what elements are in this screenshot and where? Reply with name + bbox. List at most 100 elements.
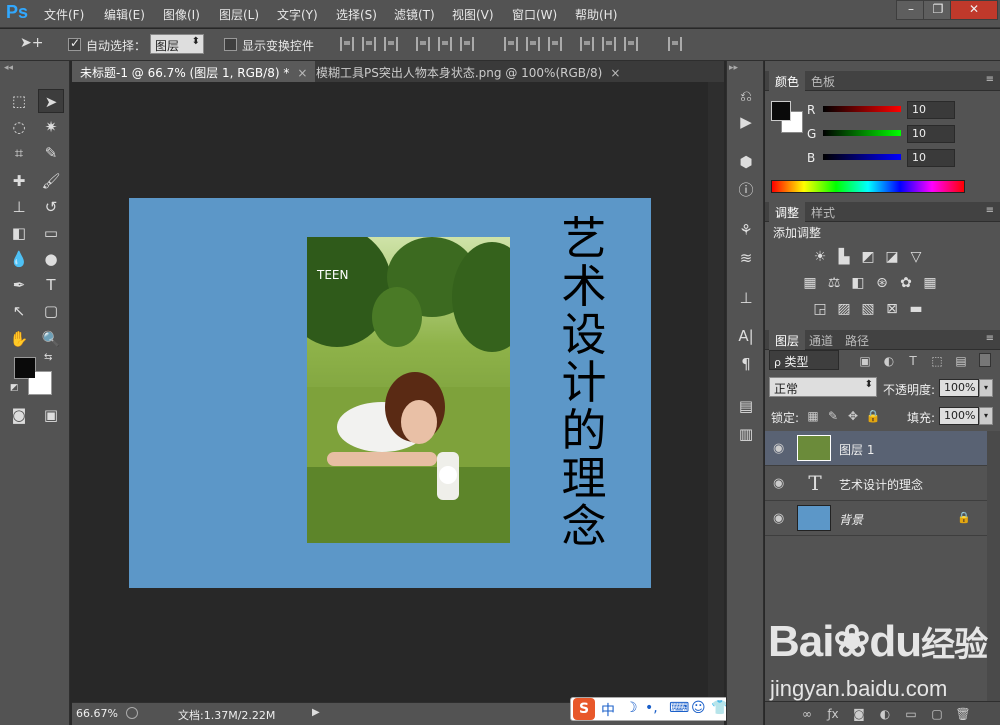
type-tool-icon[interactable]: T [38,273,64,297]
distribute-top-icon[interactable] [504,37,518,51]
tab-swatches[interactable]: 色板 [805,71,841,91]
menu-layer[interactable]: 图层(L) [219,6,259,23]
filter-adjustment-icon[interactable]: ◐ [881,353,897,369]
move-tool-icon[interactable]: ➤ [38,89,64,113]
menu-image[interactable]: 图像(I) [163,6,200,23]
history-panel-icon[interactable]: ⎌ [733,85,759,107]
black-white-icon[interactable]: ◧ [849,275,867,291]
filter-smart-object-icon[interactable]: ▤ [953,353,969,369]
pen-tool-icon[interactable]: ✒ [6,273,32,297]
minimize-button[interactable]: – [896,0,926,20]
tab-styles[interactable]: 样式 [805,202,841,222]
auto-select-checkbox[interactable] [68,36,81,51]
channel-mixer-icon[interactable]: ✿ [897,275,915,291]
gradient-tool-icon[interactable]: ▭ [38,221,64,245]
eyedropper-tool-icon[interactable]: ✎ [38,141,64,165]
magic-wand-tool-icon[interactable]: ✷ [38,115,64,139]
menu-edit[interactable]: 编辑(E) [104,6,145,23]
menu-type[interactable]: 文字(Y) [277,6,318,23]
default-colors-icon[interactable]: ◩ [10,383,19,393]
lasso-tool-icon[interactable]: ◌ [6,115,32,139]
fill-arrow-icon[interactable]: ▾ [979,407,993,425]
history-brush-tool-icon[interactable]: ↺ [38,195,64,219]
crop-tool-icon[interactable]: ⌗ [6,141,32,165]
brush-panel-icon[interactable]: ⚘ [733,219,759,241]
notes-panel-icon[interactable]: ▥ [733,423,759,445]
menu-filter[interactable]: 滤镜(T) [394,6,435,23]
path-select-tool-icon[interactable]: ↖ [6,299,32,323]
brightness-contrast-icon[interactable]: ☀ [811,249,829,265]
eraser-tool-icon[interactable]: ◧ [6,221,32,245]
sogou-logo-icon[interactable]: S [573,698,595,720]
lock-pixels-icon[interactable]: ✎ [825,408,841,424]
fill-input[interactable]: 100% [939,407,979,425]
new-group-icon[interactable]: ▭ [903,706,919,722]
ime-moon-icon[interactable]: ☽ [625,700,638,716]
align-bottom-icon[interactable] [384,37,398,51]
color-balance-icon[interactable]: ⚖ [825,275,843,291]
distribute-right-icon[interactable] [624,37,638,51]
dodge-tool-icon[interactable]: ● [38,247,64,271]
lock-transparent-icon[interactable]: ▦ [805,408,821,424]
color-lookup-icon[interactable]: ▦ [921,275,939,291]
posterize-icon[interactable]: ▨ [835,301,853,317]
filter-toggle[interactable] [979,353,991,367]
panel-menu-icon[interactable]: ≡ [986,205,994,216]
clone-source-icon[interactable]: ⊥ [733,287,759,309]
vibrance-icon[interactable]: ▽ [907,249,925,265]
g-value-input[interactable]: 10 [907,125,955,143]
character-panel-icon[interactable]: A| [733,325,759,347]
filter-pixel-icon[interactable]: ▣ [857,353,873,369]
collapse-toolbox-icon[interactable]: ◂◂ [4,63,13,73]
3d-panel-icon[interactable]: ⬢ [733,151,759,173]
layer-row-text[interactable]: ◉ T 艺术设计的理念 [765,466,987,501]
quick-mask-icon[interactable]: ◙ [6,403,32,427]
exposure-icon[interactable]: ◪ [883,249,901,265]
hand-tool-icon[interactable]: ✋ [6,327,32,351]
tab-layers[interactable]: 图层 [769,330,806,350]
menu-window[interactable]: 窗口(W) [512,6,557,23]
layer-row-image[interactable]: ◉ 图层 1 [765,431,987,466]
paragraph-panel-icon[interactable]: ¶ [733,353,759,375]
tab-adjustments[interactable]: 调整 [769,202,806,222]
restore-button[interactable]: ❐ [923,0,953,20]
panel-menu-icon[interactable]: ≡ [986,74,994,85]
vertical-text-layer[interactable]: 艺术设计的理念 [555,215,613,551]
opacity-arrow-icon[interactable]: ▾ [979,379,993,397]
status-menu-arrow-icon[interactable]: ▶ [312,707,320,718]
healing-brush-tool-icon[interactable]: ✚ [6,169,32,193]
lock-all-icon[interactable]: 🔒 [865,408,881,424]
close-tab-icon[interactable]: × [297,66,307,80]
b-slider[interactable] [823,154,901,160]
tab-untitled-1[interactable]: 未标题-1 @ 66.7% (图层 1, RGB/8) * × [72,61,316,82]
align-top-icon[interactable] [340,37,354,51]
auto-align-icon[interactable] [668,37,682,51]
status-info-icon[interactable] [126,707,138,719]
visibility-eye-icon[interactable]: ◉ [773,511,784,526]
auto-select-dropdown[interactable]: 图层 ⬍ [150,34,204,54]
photo-layer[interactable]: TEEN [307,237,510,543]
menu-select[interactable]: 选择(S) [336,6,377,23]
panel-menu-icon[interactable]: ≡ [986,333,994,344]
canvas-scrollbar[interactable] [708,82,724,702]
menu-help[interactable]: 帮助(H) [575,6,617,23]
layers-scrollbar[interactable] [987,431,1000,701]
swap-colors-icon[interactable]: ⇆ [44,352,52,363]
selective-color-icon[interactable]: ⊠ [883,301,901,317]
marquee-tool-icon[interactable]: ⬚ [6,89,32,113]
curves-icon[interactable]: ◩ [859,249,877,265]
brush-presets-icon[interactable]: ≋ [733,247,759,269]
tab-color[interactable]: 颜色 [769,71,806,91]
layer-filter-dropdown[interactable]: ρ 类型 [769,350,839,370]
layer-mask-icon[interactable]: ◙ [851,706,867,722]
align-left-icon[interactable] [416,37,430,51]
collapse-dock-icon[interactable]: ▸▸ [729,63,738,73]
color-spectrum-bar[interactable] [771,180,965,193]
g-slider[interactable] [823,130,901,136]
layer-style-icon[interactable]: ƒx [825,706,841,722]
ime-keyboard-icon[interactable]: ⌨ [669,700,689,716]
link-layers-icon[interactable]: ∞ [799,706,815,722]
tab-paths[interactable]: 路径 [839,330,875,350]
threshold-icon[interactable]: ▧ [859,301,877,317]
tab-blur-tool-png[interactable]: 模糊工具PS突出人物本身状态.png @ 100%(RGB/8) × [308,61,628,82]
